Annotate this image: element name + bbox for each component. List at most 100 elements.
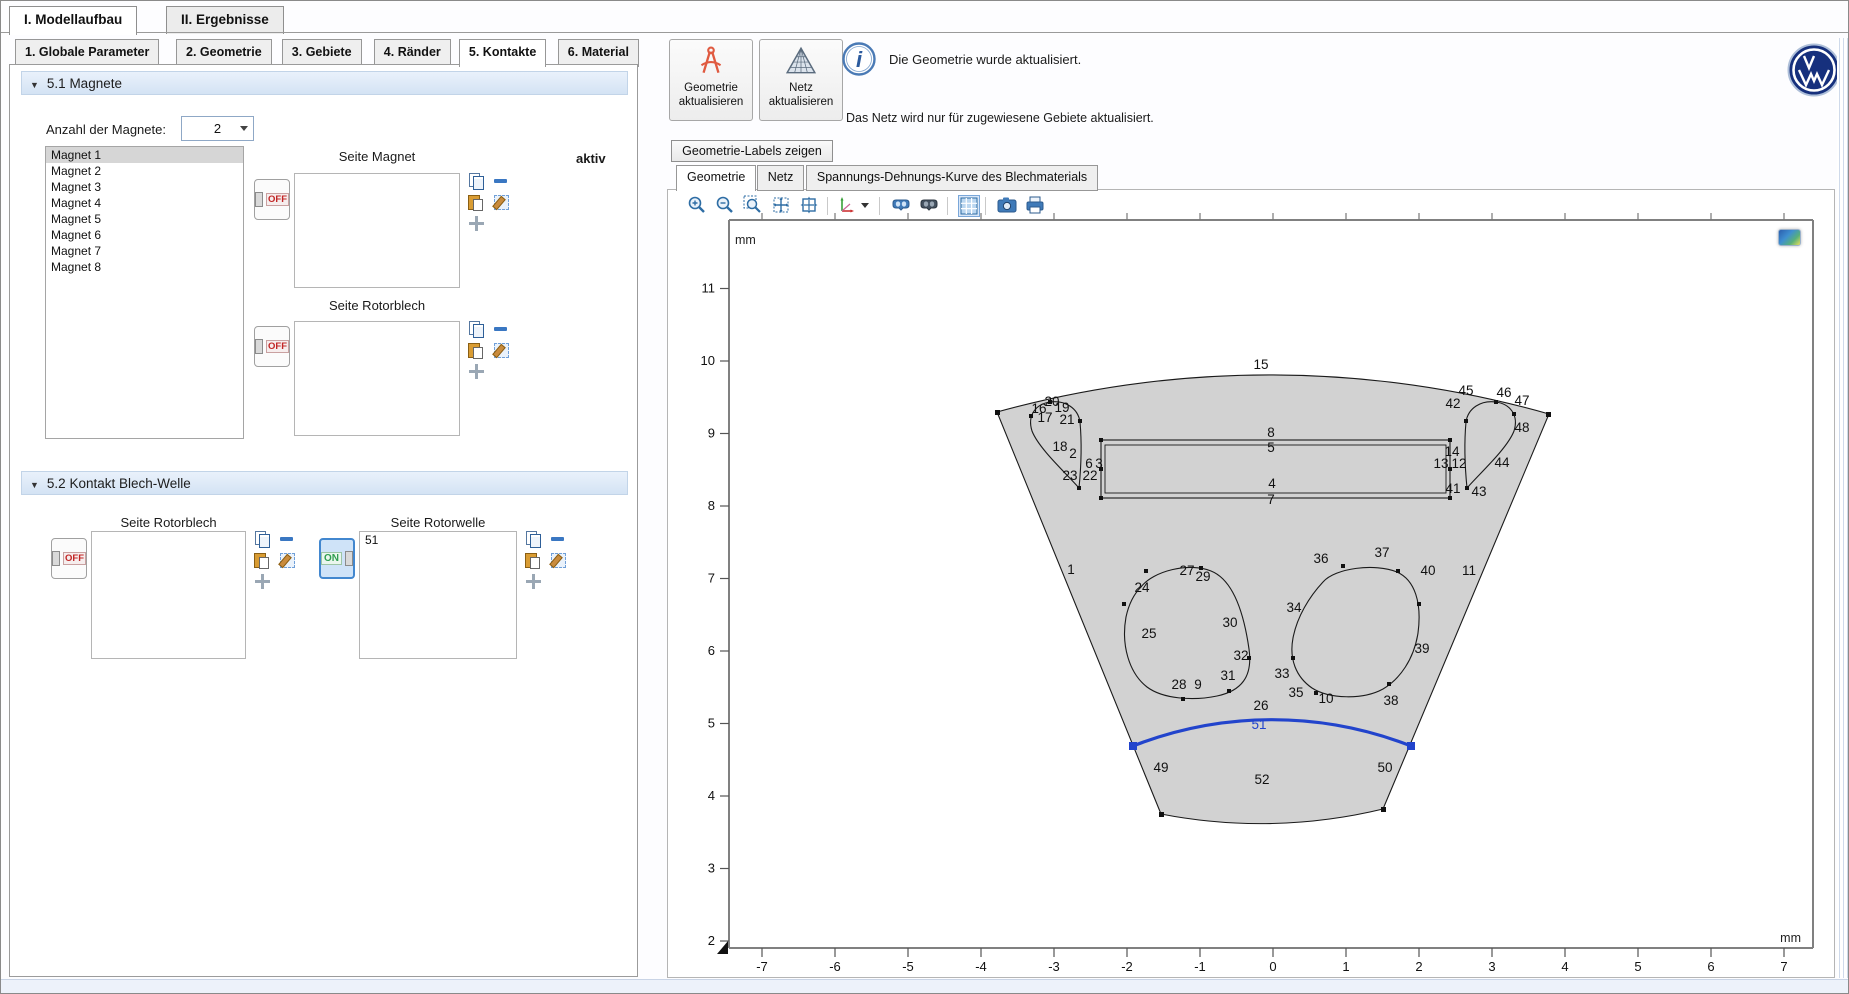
- rotorblech-active-toggle[interactable]: OFF: [254, 326, 290, 367]
- zoom-to-selection-icon[interactable]: [468, 215, 485, 232]
- kontakt-rotorwelle-toggle[interactable]: ON: [319, 538, 355, 579]
- sub-tab-5[interactable]: 5. Kontakte: [459, 39, 546, 67]
- button-label: Geometrie aktualisieren: [670, 81, 752, 109]
- magnet-listbox[interactable]: Magnet 1Magnet 2Magnet 3Magnet 4Magnet 5…: [45, 146, 244, 439]
- toggle-off-label: OFF: [63, 552, 86, 565]
- magnet-list-item[interactable]: Magnet 2: [46, 163, 243, 179]
- remove-selection-icon[interactable]: [493, 321, 510, 338]
- info-icon: i: [841, 41, 877, 77]
- toggle-off-label: OFF: [266, 340, 289, 353]
- kontakt-rotorwelle-selection-list[interactable]: 51: [359, 531, 517, 659]
- orientation-dropdown-caret[interactable]: [861, 203, 869, 208]
- zoom-box-icon[interactable]: [743, 195, 763, 215]
- scene-shadow-icon[interactable]: [919, 195, 939, 215]
- clear-selection-icon[interactable]: [550, 552, 567, 569]
- collapse-triangle-icon: ▼: [30, 74, 39, 97]
- toolbar-separator: [827, 197, 828, 215]
- paste-selection-icon[interactable]: [468, 342, 485, 359]
- zoom-to-selection-icon[interactable]: [254, 573, 271, 590]
- magnet-active-toggle[interactable]: OFF: [254, 179, 290, 220]
- clear-selection-icon[interactable]: [493, 342, 510, 359]
- graphics-container[interactable]: [667, 189, 1835, 978]
- section-title: 5.2 Kontakt Blech-Welle: [47, 476, 191, 491]
- magnet-list-item[interactable]: Magnet 6: [46, 227, 243, 243]
- magnet-list-item[interactable]: Magnet 8: [46, 259, 243, 275]
- toolbar-separator: [947, 197, 948, 215]
- toggle-knob: [345, 551, 353, 566]
- magnet-list-item[interactable]: Magnet 1: [46, 147, 243, 163]
- sub-tab-3[interactable]: 3. Gebiete: [282, 39, 362, 67]
- toggle-on-label: ON: [321, 552, 342, 565]
- selection-entry[interactable]: 51: [360, 532, 516, 548]
- paste-selection-icon[interactable]: [525, 552, 542, 569]
- geometrie-aktualisieren-button[interactable]: Geometrie aktualisieren: [669, 39, 753, 121]
- toolbar-separator: [985, 197, 986, 215]
- remove-selection-icon[interactable]: [550, 531, 567, 548]
- kontakt-rotorblech-caption: Seite Rotorblech: [91, 515, 246, 530]
- paste-selection-icon[interactable]: [468, 194, 485, 211]
- magnet-list-item[interactable]: Magnet 7: [46, 243, 243, 259]
- copy-selection-icon[interactable]: [468, 321, 485, 338]
- remove-selection-icon[interactable]: [493, 173, 510, 190]
- toggle-knob: [52, 551, 60, 566]
- kontakt-rotorblech-selection-list[interactable]: [91, 531, 246, 659]
- sub-tab-2[interactable]: 2. Geometrie: [176, 39, 272, 67]
- view-tab-2[interactable]: Netz: [757, 165, 805, 191]
- plot-thumbnail-icon[interactable]: [1778, 229, 1801, 246]
- section-header-kontakt[interactable]: ▼ 5.2 Kontakt Blech-Welle: [21, 471, 628, 495]
- snapshot-camera-icon[interactable]: [997, 195, 1017, 215]
- sub-tab-1[interactable]: 1. Globale Parameter: [15, 39, 159, 67]
- collapse-triangle-icon: ▼: [30, 474, 39, 497]
- grid-toggle-button[interactable]: [958, 195, 980, 217]
- chevron-down-icon: [240, 126, 248, 131]
- pan-view-icon[interactable]: [771, 195, 791, 215]
- seite-magnet-selection-list[interactable]: [294, 173, 460, 288]
- section-header-magnete[interactable]: ▼5.1 Magnete: [21, 71, 628, 95]
- zoom-out-icon[interactable]: [715, 195, 735, 215]
- zoom-to-selection-icon[interactable]: [525, 573, 542, 590]
- copy-selection-icon[interactable]: [525, 531, 542, 548]
- info-note: Das Netz wird nur für zugewiesene Gebiet…: [846, 111, 1154, 125]
- main-tab-2[interactable]: II. Ergebnisse: [166, 6, 284, 34]
- zoom-in-icon[interactable]: [687, 195, 707, 215]
- print-icon[interactable]: [1025, 195, 1045, 215]
- vertical-scrollbar[interactable]: [1837, 38, 1849, 978]
- copy-selection-icon[interactable]: [468, 173, 485, 190]
- seite-rotorblech-selection-list[interactable]: [294, 321, 460, 436]
- scene-light-icon[interactable]: [891, 195, 911, 215]
- zoom-to-selection-icon[interactable]: [468, 363, 485, 380]
- tab-divider: [1, 32, 1849, 33]
- anzahl-magnete-label: Anzahl der Magnete:: [46, 122, 166, 137]
- toggle-knob: [255, 339, 263, 354]
- anzahl-magnete-dropdown[interactable]: 2: [181, 116, 254, 141]
- mesh-icon: [784, 44, 818, 78]
- compass-icon: [694, 44, 728, 78]
- view-tab-3[interactable]: Spannungs-Dehnungs-Kurve des Blechmateri…: [806, 165, 1098, 191]
- geometrie-labels-zeigen-button[interactable]: Geometrie-Labels zeigen: [671, 140, 833, 162]
- sub-tab-4[interactable]: 4. Ränder: [374, 39, 451, 67]
- svg-text:i: i: [856, 47, 863, 72]
- view-tab-1[interactable]: Geometrie: [676, 165, 756, 191]
- copy-selection-icon[interactable]: [254, 531, 271, 548]
- clear-selection-icon[interactable]: [279, 552, 296, 569]
- kontakt-rotorblech-toggle[interactable]: OFF: [51, 538, 87, 579]
- button-label: Netz aktualisieren: [760, 81, 842, 109]
- kontakt-rotorwelle-caption: Seite Rotorwelle: [359, 515, 517, 530]
- paste-selection-icon[interactable]: [254, 552, 271, 569]
- remove-selection-icon[interactable]: [279, 531, 296, 548]
- grid-icon: [960, 197, 978, 215]
- status-bar: [1, 979, 1849, 994]
- clear-selection-icon[interactable]: [493, 194, 510, 211]
- toolbar-separator: [879, 197, 880, 215]
- zoom-extents-icon[interactable]: [799, 195, 819, 215]
- main-tab-1[interactable]: I. Modellaufbau: [9, 6, 137, 35]
- sub-tab-6[interactable]: 6. Material: [558, 39, 639, 67]
- netz-aktualisieren-button[interactable]: Netz aktualisieren: [759, 39, 843, 121]
- view-orientation-icon[interactable]: [837, 195, 857, 215]
- magnet-list-item[interactable]: Magnet 4: [46, 195, 243, 211]
- application-window: I. Modellaufbau II. Ergebnisse 1. Globale…: [0, 0, 1849, 994]
- dropdown-value: 2: [214, 121, 221, 136]
- magnet-list-item[interactable]: Magnet 3: [46, 179, 243, 195]
- magnet-list-item[interactable]: Magnet 5: [46, 211, 243, 227]
- seite-magnet-caption: Seite Magnet: [294, 149, 460, 164]
